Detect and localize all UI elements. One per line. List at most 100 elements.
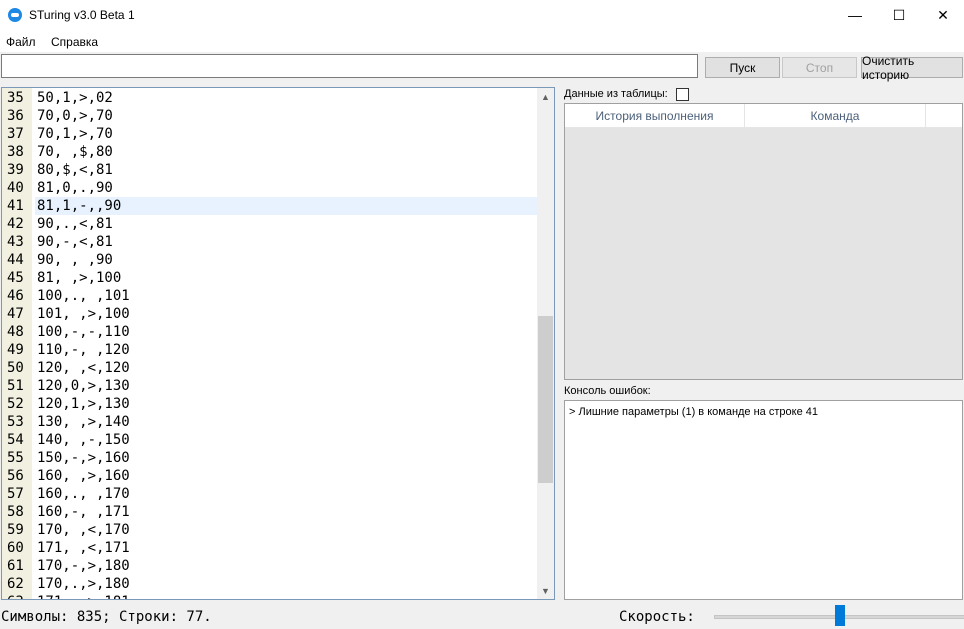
- run-button[interactable]: Пуск: [705, 57, 780, 78]
- line-code[interactable]: 50,1,>,02: [35, 89, 537, 107]
- code-line[interactable]: 50 120, ,<,120: [2, 359, 536, 377]
- minimize-button[interactable]: —: [832, 0, 878, 30]
- line-number: 45: [7, 270, 24, 286]
- line-code[interactable]: 110,-, ,120: [35, 341, 537, 359]
- line-code[interactable]: 100,., ,101: [35, 287, 537, 305]
- code-line[interactable]: 47 101, ,>,100: [2, 305, 536, 323]
- app-logo-icon: [8, 8, 22, 22]
- error-console[interactable]: > Лишние параметры (1) в команде на стро…: [564, 400, 963, 600]
- line-code[interactable]: 160,-, ,171: [35, 503, 537, 521]
- line-number: 44: [7, 252, 24, 268]
- code-line[interactable]: 48 100,-,-,110: [2, 323, 536, 341]
- history-table[interactable]: История выполнения Команда: [564, 103, 963, 380]
- console-label: Консоль ошибок:: [564, 385, 651, 397]
- code-line[interactable]: 37 70,1,>,70: [2, 125, 536, 143]
- line-code[interactable]: 101, ,>,100: [35, 305, 537, 323]
- line-number: 54: [7, 432, 24, 448]
- menu-help[interactable]: Справка: [51, 35, 98, 49]
- line-number: 40: [7, 180, 24, 196]
- maximize-button[interactable]: ☐: [876, 0, 922, 30]
- code-line[interactable]: 35 50,1,>,02: [2, 89, 536, 107]
- line-number: 37: [7, 126, 24, 142]
- line-code[interactable]: 170,.,>,180: [35, 575, 537, 593]
- line-number: 35: [7, 90, 24, 106]
- line-code[interactable]: 150,-,>,160: [35, 449, 537, 467]
- code-line[interactable]: 49 110,-, ,120: [2, 341, 536, 359]
- column-command[interactable]: Команда: [745, 104, 926, 127]
- line-number: 48: [7, 324, 24, 340]
- line-code[interactable]: 171, ,<,171: [35, 539, 537, 557]
- line-code[interactable]: 171,-,>,181: [35, 593, 537, 599]
- line-code[interactable]: 100,-,-,110: [35, 323, 537, 341]
- table-data-label: Данные из таблицы:: [564, 88, 668, 100]
- line-number: 41: [7, 198, 24, 214]
- editor-scrollbar[interactable]: ▲ ▼: [537, 88, 554, 599]
- scroll-down-icon[interactable]: ▼: [537, 582, 554, 599]
- line-code[interactable]: 81,1,-,,90: [35, 197, 537, 215]
- line-code[interactable]: 120,1,>,130: [35, 395, 537, 413]
- code-line[interactable]: 60 171, ,<,171: [2, 539, 536, 557]
- line-code[interactable]: 70,1,>,70: [35, 125, 537, 143]
- code-line[interactable]: 53 130, ,>,140: [2, 413, 536, 431]
- line-number: 57: [7, 486, 24, 502]
- code-line[interactable]: 41 81,1,-,,90: [2, 197, 537, 215]
- code-line[interactable]: 36 70,0,>,70: [2, 107, 536, 125]
- line-code[interactable]: 90,-,<,81: [35, 233, 537, 251]
- code-line[interactable]: 44 90, , ,90: [2, 251, 536, 269]
- line-code[interactable]: 90, , ,90: [35, 251, 537, 269]
- status-counts: Символы: 835; Строки: 77.: [1, 609, 212, 625]
- code-line[interactable]: 40 81,0,.,90: [2, 179, 536, 197]
- code-line[interactable]: 38 70, ,$,80: [2, 143, 536, 161]
- scrollbar-thumb[interactable]: [538, 316, 553, 483]
- code-line[interactable]: 59 170, ,<,170: [2, 521, 536, 539]
- line-number: 36: [7, 108, 24, 124]
- code-line[interactable]: 54 140, ,-,150: [2, 431, 536, 449]
- line-number: 56: [7, 468, 24, 484]
- column-history[interactable]: История выполнения: [565, 104, 745, 127]
- line-code[interactable]: 170,-,>,180: [35, 557, 537, 575]
- code-line[interactable]: 56 160, ,>,160: [2, 467, 536, 485]
- menu-file[interactable]: Файл: [6, 35, 36, 49]
- window-title: STuring v3.0 Beta 1: [29, 8, 135, 22]
- line-code[interactable]: 80,$,<,81: [35, 161, 537, 179]
- history-table-header: История выполнения Команда: [565, 104, 962, 128]
- code-line[interactable]: 43 90,-,<,81: [2, 233, 536, 251]
- close-button[interactable]: ✕: [920, 0, 964, 30]
- code-line[interactable]: 55 150,-,>,160: [2, 449, 536, 467]
- line-code[interactable]: 90,.,<,81: [35, 215, 537, 233]
- clear-history-button[interactable]: Очистить историю: [861, 54, 963, 82]
- code-line[interactable]: 58 160,-, ,171: [2, 503, 536, 521]
- line-code[interactable]: 130, ,>,140: [35, 413, 537, 431]
- code-line[interactable]: 61 170,-,>,180: [2, 557, 536, 575]
- code-line[interactable]: 45 81, ,>,100: [2, 269, 536, 287]
- stop-button[interactable]: Стоп: [782, 57, 857, 78]
- code-line[interactable]: 57 160,., ,170: [2, 485, 536, 503]
- line-code[interactable]: 120,0,>,130: [35, 377, 537, 395]
- code-line[interactable]: 52 120,1,>,130: [2, 395, 536, 413]
- speed-slider-thumb[interactable]: [835, 605, 845, 626]
- code-editor[interactable]: 35 50,1,>,02 36 70,0,>,70 37 70,1,>,70 38 70, ,…: [1, 87, 555, 600]
- line-code[interactable]: 81,0,.,90: [35, 179, 537, 197]
- code-line[interactable]: 62 170,.,>,180: [2, 575, 536, 593]
- line-number: 43: [7, 234, 24, 250]
- table-data-checkbox[interactable]: [676, 88, 689, 101]
- line-code[interactable]: 140, ,-,150: [35, 431, 537, 449]
- line-code[interactable]: 170, ,<,170: [35, 521, 537, 539]
- code-line[interactable]: 46 100,., ,101: [2, 287, 536, 305]
- line-number: 59: [7, 522, 24, 538]
- command-input[interactable]: [1, 54, 698, 78]
- line-code[interactable]: 81, ,>,100: [35, 269, 537, 287]
- line-code[interactable]: 70, ,$,80: [35, 143, 537, 161]
- code-line[interactable]: 63171,-,>,181: [2, 593, 537, 599]
- line-number: 39: [7, 162, 24, 178]
- line-number: 53: [7, 414, 24, 430]
- code-line[interactable]: 39 80,$,<,81: [2, 161, 536, 179]
- code-line[interactable]: 42 90,.,<,81: [2, 215, 536, 233]
- line-code[interactable]: 160, ,>,160: [35, 467, 537, 485]
- line-code[interactable]: 160,., ,170: [35, 485, 537, 503]
- line-code[interactable]: 70,0,>,70: [35, 107, 537, 125]
- code-line[interactable]: 51 120,0,>,130: [2, 377, 536, 395]
- line-code[interactable]: 120, ,<,120: [35, 359, 537, 377]
- line-number: 50: [7, 360, 24, 376]
- scroll-up-icon[interactable]: ▲: [537, 88, 554, 105]
